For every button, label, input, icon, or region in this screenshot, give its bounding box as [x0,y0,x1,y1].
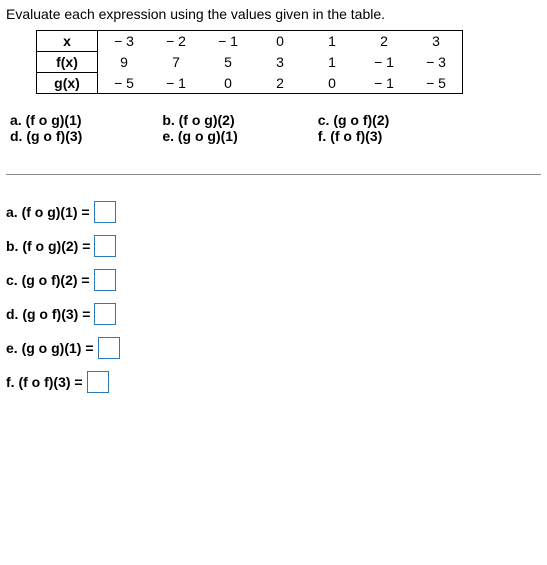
cell: 0 [254,31,306,52]
answer-c-label: c. (g o f)(2) = [6,272,90,288]
divider [6,174,541,175]
answer-f-label: f. (f o f)(3) = [6,374,83,390]
answer-a-label: a. (f o g)(1) = [6,204,90,220]
cell: 1 [306,31,358,52]
problem-list: a. (f o g)(1) d. (g o f)(3) b. (f o g)(2… [10,112,541,144]
cell: − 3 [98,31,151,52]
instruction-text: Evaluate each expression using the value… [6,6,541,22]
values-table: x − 3 − 2 − 1 0 1 2 3 f(x) 9 7 5 3 1 − 1… [36,30,463,94]
cell: 3 [254,52,306,73]
answer-f-input[interactable] [87,371,109,393]
answer-e-input[interactable] [98,337,120,359]
cell: − 3 [410,52,463,73]
answer-c-input[interactable] [94,269,116,291]
problem-e: e. (g o g)(1) [162,128,237,144]
cell: 5 [202,52,254,73]
cell: 3 [410,31,463,52]
answer-b-input[interactable] [94,235,116,257]
cell: − 1 [358,52,410,73]
cell: − 5 [98,73,151,94]
cell: − 1 [202,31,254,52]
answer-d-input[interactable] [94,303,116,325]
cell: 0 [202,73,254,94]
answer-b-label: b. (f o g)(2) = [6,238,90,254]
answer-e-label: e. (g o g)(1) = [6,340,94,356]
cell: 2 [254,73,306,94]
cell: 0 [306,73,358,94]
problem-d: d. (g o f)(3) [10,128,82,144]
cell: − 1 [150,73,202,94]
problem-a: a. (f o g)(1) [10,112,82,128]
cell: − 1 [358,73,410,94]
answer-a-input[interactable] [94,201,116,223]
row-header-g: g(x) [37,73,98,94]
problem-c: c. (g o f)(2) [318,112,390,128]
cell: 7 [150,52,202,73]
problem-b: b. (f o g)(2) [162,112,237,128]
problem-f: f. (f o f)(3) [318,128,390,144]
cell: 1 [306,52,358,73]
cell: 9 [98,52,151,73]
answer-d-label: d. (g o f)(3) = [6,306,90,322]
row-header-f: f(x) [37,52,98,73]
cell: − 5 [410,73,463,94]
row-header-x: x [37,31,98,52]
cell: 2 [358,31,410,52]
cell: − 2 [150,31,202,52]
